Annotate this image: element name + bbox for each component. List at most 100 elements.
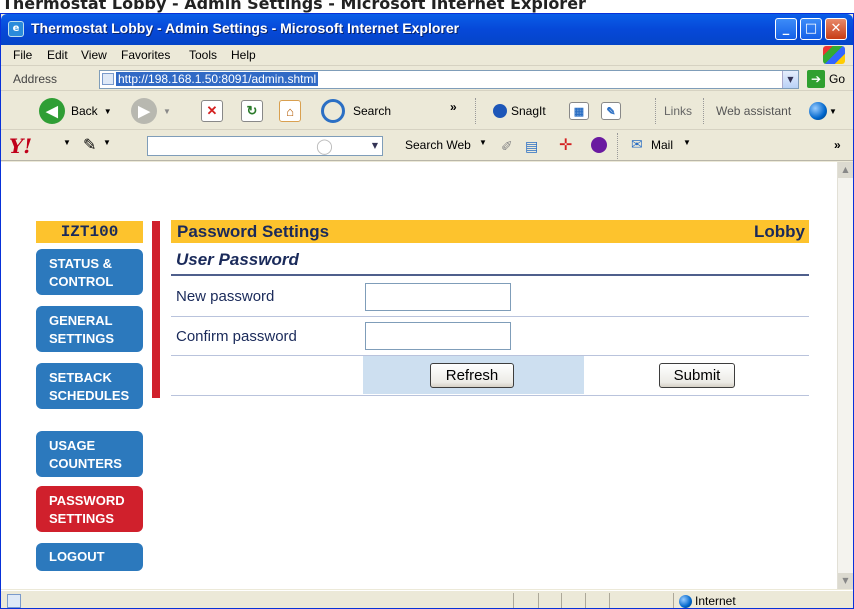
refresh-icon: ↻	[241, 100, 263, 122]
search-history-dropdown-icon[interactable]: ▼	[372, 141, 378, 150]
web-assistant-button[interactable]: ▼	[809, 96, 837, 126]
address-url[interactable]: http://198.168.1.50:8091/admin.shtml	[116, 72, 319, 86]
nav-password-settings-button[interactable]: Password Settings	[36, 486, 143, 532]
window-title: Thermostat Lobby - Admin Settings - Micr…	[31, 20, 460, 36]
section-title: User Password	[176, 250, 299, 269]
status-segment	[609, 593, 610, 608]
minimize-button[interactable]: _	[775, 18, 797, 40]
address-input[interactable]: http://198.168.1.50:8091/admin.shtml ▼	[99, 70, 799, 89]
toolbar-chevron[interactable]: »	[450, 92, 457, 122]
mail-icon[interactable]: ✉	[631, 136, 643, 153]
go-button[interactable]: Go	[829, 72, 845, 86]
snagit-label: SnagIt	[511, 104, 546, 118]
back-label: Back	[71, 104, 98, 118]
forward-dropdown-icon[interactable]: ▼	[163, 107, 171, 116]
search-icon	[321, 99, 345, 123]
vertical-scrollbar[interactable]: ▲ ▼	[837, 162, 853, 589]
nav-general-settings-button[interactable]: General Settings	[36, 306, 143, 352]
row-divider	[171, 316, 809, 317]
menu-bar: File Edit View Favorites Tools Help	[1, 45, 853, 66]
page-icon	[102, 73, 114, 85]
search-web-button[interactable]: Search Web	[405, 138, 471, 152]
confirm-password-input[interactable]	[365, 322, 511, 350]
back-dropdown-icon[interactable]: ▼	[104, 107, 112, 116]
nav-item-label: General	[49, 313, 113, 328]
forward-button[interactable]: ▶ ▼	[131, 96, 171, 126]
snagit-button[interactable]: SnagIt	[493, 96, 546, 126]
snagit-icon	[493, 104, 507, 118]
nav-setback-schedules-button[interactable]: Setback Schedules	[36, 363, 143, 409]
status-segment	[561, 593, 562, 608]
menu-help[interactable]: Help	[231, 48, 256, 62]
confirm-password-label: Confirm password	[176, 328, 297, 345]
nav-usage-counters-button[interactable]: Usage Counters	[36, 431, 143, 477]
scroll-down-icon[interactable]: ▼	[838, 573, 853, 589]
new-password-input[interactable]	[365, 283, 511, 311]
yahoo-search-input[interactable]: ◯ ▼	[147, 136, 383, 156]
password-settings-header: Password Settings Lobby	[171, 220, 809, 243]
address-dropdown-icon[interactable]: ▼	[782, 71, 798, 88]
page-caption: Thermostat Lobby - Admin Settings - Micr…	[2, 0, 586, 13]
mail-button[interactable]: Mail	[651, 138, 673, 152]
nav-item-label: Schedules	[49, 388, 130, 403]
yahoo-logo[interactable]: Y!	[9, 134, 32, 158]
search-web-dropdown-icon[interactable]: ▼	[479, 138, 487, 147]
yahoo-chevron[interactable]: »	[834, 138, 841, 152]
page-status-icon	[7, 594, 21, 608]
links-button[interactable]: Links	[664, 96, 692, 126]
search-button[interactable]: Search	[321, 96, 391, 126]
nav-item-label: Logout	[49, 549, 105, 564]
go-arrow-icon[interactable]: ➔	[807, 70, 825, 88]
nav-status-control-button[interactable]: Status & Control	[36, 249, 143, 295]
editor-icon: ✎	[601, 102, 621, 120]
scroll-up-icon[interactable]: ▲	[838, 162, 853, 178]
refresh-browser-button[interactable]: ↻	[241, 96, 263, 126]
standard-toolbar: ◀ Back ▼ ▶ ▼ ✕ ↻ ⌂ Search » SnagIt ▦ ✎ L…	[1, 92, 853, 130]
refresh-button[interactable]: Refresh	[430, 363, 514, 388]
nav-item-label: Usage	[49, 438, 96, 453]
highlight-icon[interactable]: ✐	[501, 138, 513, 155]
browser-window: e Thermostat Lobby - Admin Settings - Mi…	[0, 13, 854, 609]
nav-item-label: Settings	[49, 331, 115, 346]
nav-item-label: Setback	[49, 370, 112, 385]
capture-window-icon: ▦	[569, 102, 589, 120]
security-zone-label: Internet	[695, 594, 736, 608]
pencil-icon[interactable]: ✎	[83, 135, 96, 155]
nav-item-label: Status &	[49, 256, 113, 271]
stop-button[interactable]: ✕	[201, 96, 223, 126]
assistant-dropdown-icon[interactable]: ▼	[829, 107, 837, 116]
snagit-editor-button[interactable]: ✎	[601, 96, 621, 126]
layout-icon[interactable]: ▤	[525, 138, 538, 155]
close-button[interactable]: ✕	[825, 18, 847, 40]
nav-item-label: Settings	[49, 511, 115, 526]
menu-file[interactable]: File	[13, 48, 32, 62]
status-bar: Internet	[1, 590, 853, 608]
page-content: IZT100 Status & Control General Settings…	[1, 162, 837, 589]
search-label: Search	[353, 104, 392, 118]
yahoo-separator	[617, 133, 618, 159]
back-arrow-icon: ◀	[39, 98, 65, 124]
menu-view[interactable]: View	[81, 48, 107, 62]
home-button[interactable]: ⌂	[279, 96, 301, 126]
pencil-dropdown-icon[interactable]: ▼	[103, 138, 111, 147]
nav-logout-button[interactable]: Logout	[36, 543, 143, 571]
messenger-icon[interactable]	[591, 137, 607, 153]
submit-button[interactable]: Submit	[659, 363, 735, 388]
yahoo-toolbar: Y! ▼ ✎ ▼ ◯ ▼ Search Web ▼ ✐ ▤ ✛ ✉ Mail ▼…	[1, 131, 853, 161]
yahoo-menu-dropdown-icon[interactable]: ▼	[63, 138, 71, 147]
web-assistant-label[interactable]: Web assistant	[716, 96, 791, 126]
back-button[interactable]: ◀ Back ▼	[39, 96, 112, 126]
menu-tools[interactable]: Tools	[189, 48, 217, 62]
toolbar-separator	[655, 98, 656, 124]
globe-icon	[809, 102, 827, 120]
menu-edit[interactable]: Edit	[47, 48, 68, 62]
status-segment	[673, 593, 674, 608]
internet-zone-icon	[679, 595, 692, 608]
snagit-capture-button[interactable]: ▦	[569, 96, 589, 126]
target-icon[interactable]: ✛	[559, 135, 572, 155]
mail-dropdown-icon[interactable]: ▼	[683, 138, 691, 147]
title-bar[interactable]: e Thermostat Lobby - Admin Settings - Mi…	[1, 14, 853, 45]
menu-favorites[interactable]: Favorites	[121, 48, 170, 62]
maximize-button[interactable]: □	[800, 18, 822, 40]
toolbar-separator	[475, 98, 476, 124]
